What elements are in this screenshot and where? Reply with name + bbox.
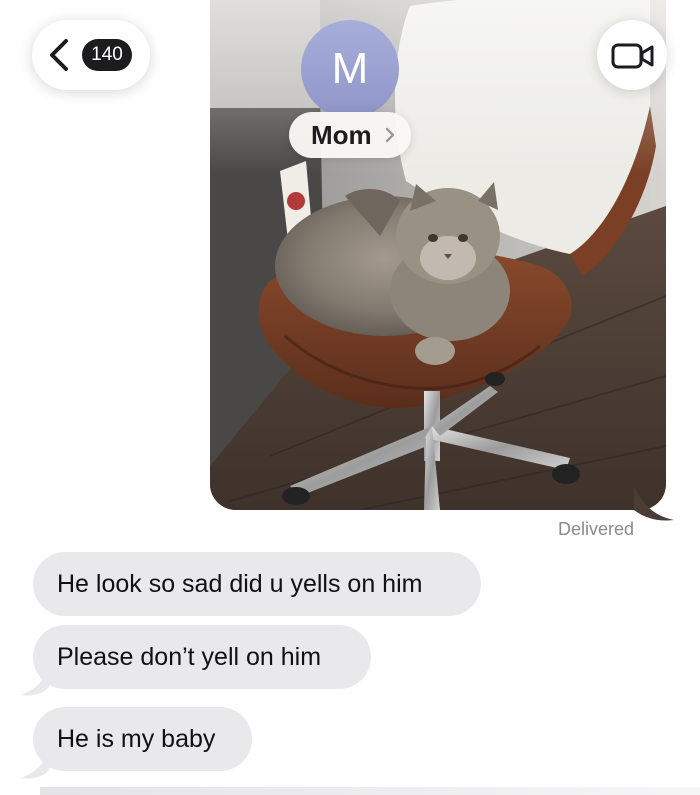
chevron-left-icon — [50, 39, 68, 71]
chevron-right-icon — [385, 127, 395, 143]
video-camera-icon — [611, 43, 654, 69]
contact-avatar[interactable]: M — [301, 20, 399, 118]
cat-on-chair-photo — [210, 0, 666, 510]
received-message[interactable]: He is my baby — [33, 707, 252, 771]
delivery-status: Delivered — [557, 519, 634, 539]
contact-name: Mom — [311, 120, 372, 150]
facetime-video-button[interactable] — [597, 20, 667, 90]
received-message[interactable]: Please don’t yell on him — [33, 625, 371, 689]
contact-name-button[interactable]: Mom — [289, 112, 411, 158]
sent-bubble-tail — [634, 486, 674, 521]
message-input-edge — [40, 787, 700, 795]
back-button[interactable]: 140 — [32, 20, 150, 90]
imessage-conversation-screen: 140 M Mom Delivered He look so sad did u… — [0, 0, 700, 795]
received-bubble-tail — [20, 750, 50, 779]
received-message[interactable]: He look so sad did u yells on him — [33, 552, 481, 616]
unread-count-badge: 140 — [82, 39, 132, 71]
received-bubble-tail — [20, 667, 50, 696]
sent-photo-bubble[interactable] — [210, 0, 666, 510]
